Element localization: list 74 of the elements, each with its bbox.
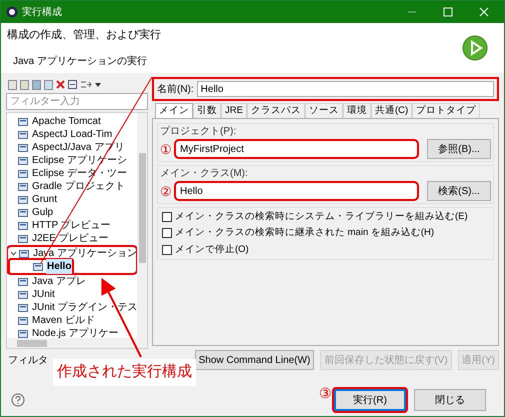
tab[interactable]: 環境 (342, 103, 371, 118)
dropdown-icon[interactable] (95, 82, 101, 86)
launch-type-icon (18, 208, 28, 218)
launch-type-icon (18, 276, 28, 286)
header-subtitle: Java アプリケーションの実行 (13, 54, 148, 69)
window-title: 実行構成 (22, 6, 62, 20)
tab[interactable]: プロトタイプ (412, 103, 480, 118)
launch-type-icon (18, 116, 28, 126)
tree-item[interactable]: JUnit (31, 287, 56, 302)
launch-type-icon (18, 328, 28, 338)
name-label: 名前(N): (157, 82, 194, 96)
text-field[interactable]: Hello (174, 181, 419, 201)
tree-item[interactable]: Hello (46, 259, 72, 274)
option-label: メイン・クラスの検索時に継承された main を組み込む(H) (175, 226, 434, 240)
launch-type-icon (33, 262, 43, 272)
collapse-icon[interactable] (68, 80, 77, 89)
launch-type-icon (18, 234, 28, 244)
checkbox[interactable] (162, 228, 172, 238)
launch-type-icon (18, 182, 28, 192)
delete-icon[interactable] (56, 80, 65, 89)
dialog-button[interactable]: Show Command Line(W) (194, 350, 314, 370)
play-icon (462, 35, 488, 61)
tree-item[interactable]: AspectJ Load-Tim (31, 127, 114, 142)
step-marker: ③ (319, 386, 332, 400)
launch-type-icon (18, 156, 28, 166)
tree-item[interactable]: Maven ビルド (31, 313, 96, 328)
filter-icon[interactable] (80, 80, 92, 89)
tree-item[interactable]: Java アプレ (31, 274, 87, 289)
tab[interactable]: クラスパス (246, 103, 305, 118)
app-icon (6, 6, 18, 18)
filter-status: フィルタ (8, 354, 48, 368)
tree-item[interactable]: Node.js アプリケー (31, 326, 120, 338)
dialog-button[interactable]: 検索(S)... (427, 181, 491, 201)
header-title: 構成の作成、管理、および実行 (7, 28, 162, 44)
dialog-button[interactable]: 実行(R) (334, 389, 406, 411)
dialog-button[interactable]: 参照(B)... (427, 139, 491, 159)
callout-text: 作成された実行構成 (53, 359, 196, 386)
step-marker: ② (160, 184, 172, 198)
launch-type-icon (18, 316, 28, 326)
launch-type-icon (18, 168, 28, 178)
maximize-icon[interactable] (443, 7, 453, 17)
tree-item[interactable]: JUnit プラグイン・テス (31, 300, 137, 315)
text-field[interactable]: MyFirstProject (174, 139, 419, 159)
tree-item[interactable]: Gulp (31, 205, 54, 220)
tab[interactable]: JRE (221, 103, 247, 118)
tab[interactable]: 引数 (193, 103, 221, 118)
close-icon[interactable] (479, 7, 489, 17)
launch-type-icon (18, 194, 28, 204)
tree-item[interactable]: J2EE プレビュー (31, 231, 110, 246)
option-label: メインで停止(O) (175, 242, 249, 256)
horizontal-scrollbar[interactable] (7, 338, 147, 348)
step-marker: ① (160, 142, 172, 156)
tab[interactable]: メイン (155, 103, 193, 118)
checkbox[interactable] (162, 244, 172, 255)
launch-type-icon (18, 290, 28, 300)
launch-type-icon (18, 302, 28, 312)
field-label: メイン・クラス(M): (160, 167, 249, 181)
launch-type-icon (19, 248, 29, 258)
launch-type-icon (18, 142, 28, 152)
name-field[interactable]: Hello (196, 81, 494, 97)
tree-item[interactable]: Grunt (31, 192, 58, 207)
field-label: プロジェクト(P): (160, 124, 238, 139)
launch-type-icon (18, 220, 28, 230)
vertical-scrollbar[interactable] (137, 113, 147, 338)
checkbox[interactable] (162, 212, 172, 222)
tab[interactable]: 共通(C) (370, 103, 412, 118)
option-label: メイン・クラスの検索時にシステム・ライブラリーを組み込む(E) (175, 210, 468, 224)
dialog-button[interactable]: 閉じる (414, 389, 486, 411)
help-icon[interactable] (11, 393, 25, 407)
launch-type-icon (18, 130, 28, 140)
chevron-down-icon[interactable] (10, 250, 17, 257)
tab[interactable]: ソース (304, 103, 343, 118)
tree-item[interactable]: Apache Tomcat (31, 114, 102, 129)
filter-field[interactable]: フィルター入力 (6, 93, 148, 110)
